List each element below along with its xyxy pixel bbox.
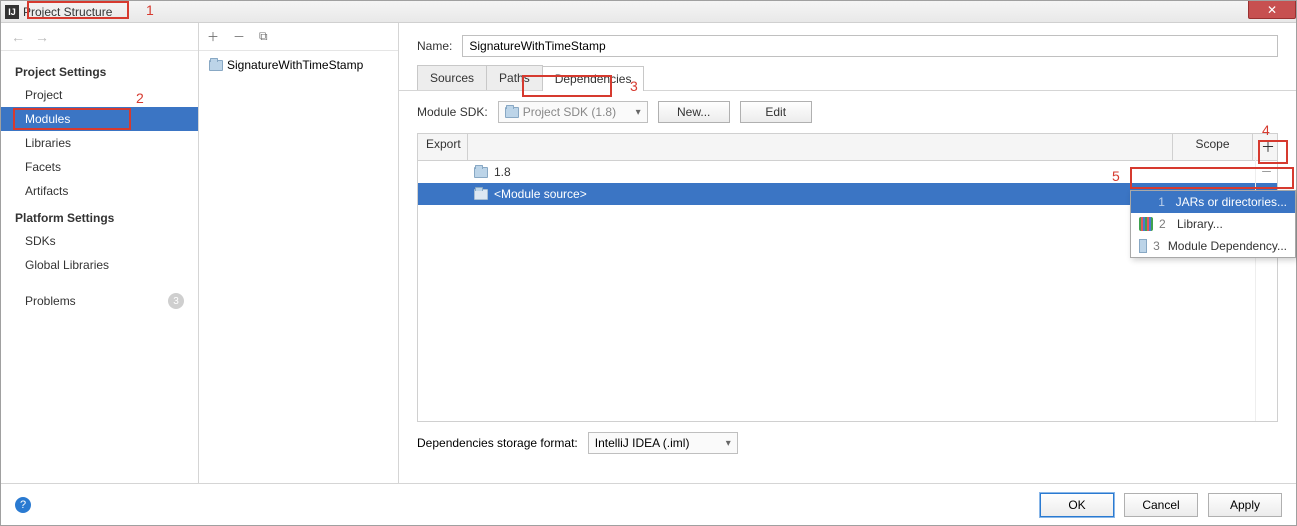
menu-jars-or-directories[interactable]: 1 JARs or directories... [1131, 191, 1295, 213]
platform-settings-heading: Platform Settings [1, 203, 198, 229]
sidebar-item-libraries[interactable]: Libraries [1, 131, 198, 155]
modules-list-panel: ＋ － ⧉ SignatureWithTimeStamp [199, 23, 399, 483]
module-sdk-combo[interactable]: Project SDK (1.8) [498, 101, 648, 123]
name-label: Name: [417, 39, 452, 53]
close-button[interactable]: ✕ [1248, 1, 1296, 19]
module-name-input[interactable] [462, 35, 1278, 57]
new-sdk-button[interactable]: New... [658, 101, 730, 123]
module-editor: Name: Sources Paths Dependencies Module … [399, 23, 1296, 483]
module-name: SignatureWithTimeStamp [227, 58, 363, 72]
settings-sidebar: ← → Project Settings Project Modules Lib… [1, 23, 199, 483]
tab-dependencies[interactable]: Dependencies [542, 66, 645, 91]
sdk-folder-icon [505, 107, 519, 118]
dialog-footer: ? OK Cancel Apply [1, 483, 1296, 525]
module-sdk-label: Module SDK: [417, 105, 488, 119]
dependency-sdk-label: 1.8 [494, 165, 511, 179]
add-module-icon[interactable]: ＋ [207, 28, 219, 45]
help-button[interactable]: ? [15, 497, 31, 513]
menu-library[interactable]: 2 Library... [1131, 213, 1295, 235]
tab-paths[interactable]: Paths [486, 65, 543, 90]
window-title: Project Structure [23, 5, 112, 19]
menu-module-dep-label: Module Dependency... [1168, 239, 1287, 253]
ok-button[interactable]: OK [1040, 493, 1114, 517]
apply-button[interactable]: Apply [1208, 493, 1282, 517]
forward-arrow-icon[interactable]: → [35, 29, 49, 45]
module-sdk-value: Project SDK (1.8) [523, 105, 616, 119]
sidebar-item-modules[interactable]: Modules [1, 107, 198, 131]
sidebar-item-artifacts[interactable]: Artifacts [1, 179, 198, 203]
add-dependency-popup: 1 JARs or directories... 2 Library... 3 … [1130, 190, 1296, 258]
back-arrow-icon[interactable]: ← [11, 29, 25, 45]
dependency-row-sdk[interactable]: 1.8 [418, 161, 1277, 183]
sidebar-item-facets[interactable]: Facets [1, 155, 198, 179]
module-source-icon [474, 189, 488, 200]
storage-format-label: Dependencies storage format: [417, 436, 578, 450]
cancel-button[interactable]: Cancel [1124, 493, 1198, 517]
sidebar-item-global-libraries[interactable]: Global Libraries [1, 253, 198, 277]
library-icon [1139, 217, 1153, 231]
remove-dependency-icon[interactable]: － [1260, 163, 1272, 180]
column-scope[interactable]: Scope [1173, 134, 1253, 160]
edit-sdk-button[interactable]: Edit [740, 101, 812, 123]
dependencies-table: Export Scope ＋ 1.8 <Module source> [417, 133, 1278, 422]
column-export[interactable]: Export [418, 134, 468, 160]
sidebar-item-project[interactable]: Project [1, 83, 198, 107]
storage-format-value: IntelliJ IDEA (.iml) [595, 436, 690, 450]
project-structure-dialog: IJ Project Structure ✕ ← → Project Setti… [0, 0, 1297, 526]
copy-module-icon[interactable]: ⧉ [259, 29, 268, 44]
problems-label: Problems [25, 294, 76, 308]
module-dep-icon [1139, 239, 1147, 253]
menu-module-dependency[interactable]: 3 Module Dependency... [1131, 235, 1295, 257]
module-folder-icon [209, 60, 223, 71]
tab-sources[interactable]: Sources [417, 65, 487, 90]
module-item[interactable]: SignatureWithTimeStamp [205, 55, 392, 75]
sidebar-item-problems[interactable]: Problems 3 [1, 287, 198, 315]
sidebar-item-sdks[interactable]: SDKs [1, 229, 198, 253]
menu-library-label: Library... [1177, 217, 1223, 231]
menu-jars-label: JARs or directories... [1176, 195, 1287, 209]
project-settings-heading: Project Settings [1, 57, 198, 83]
problems-count-badge: 3 [168, 293, 184, 309]
dependency-module-source-label: <Module source> [494, 187, 587, 201]
column-name [468, 134, 1173, 160]
jar-icon [1139, 195, 1152, 209]
remove-module-icon[interactable]: － [233, 28, 245, 45]
storage-format-combo[interactable]: IntelliJ IDEA (.iml) [588, 432, 738, 454]
sdk-icon [474, 167, 488, 178]
intellij-icon: IJ [5, 5, 19, 19]
titlebar: IJ Project Structure ✕ [1, 1, 1296, 23]
